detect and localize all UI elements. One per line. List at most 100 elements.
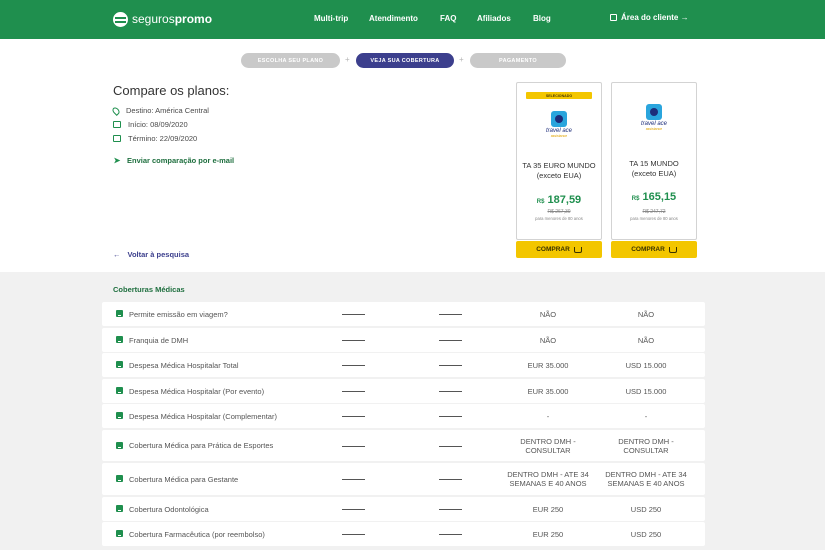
client-area-link[interactable]: Área do cliente → (610, 13, 689, 22)
plan-note: para menores de 80 anos (535, 216, 583, 221)
table-row: Despesa Médica Hospitalar (Por evento) EU… (102, 379, 705, 403)
plan-2-value: NÃO (637, 309, 655, 319)
download-icon[interactable] (116, 361, 123, 368)
table-row: Despesa Médica Hospitalar Total EUR 35.00… (102, 353, 705, 377)
table-row: Cobertura Médica para Prática de Esporte… (102, 430, 705, 461)
coverage-label: Cobertura Médica para Prática de Esporte… (129, 441, 274, 450)
end-date-row: Término: 22/09/2020 (113, 134, 197, 143)
table-row: Cobertura Farmacêutica (por reembolso) EU… (102, 522, 705, 546)
calendar-icon (113, 135, 121, 142)
plan-2-value: NÃO (637, 335, 655, 345)
plan-1-value: DENTRO DMH - ATE 34 SEMANAS E 40 ANOS (507, 470, 589, 488)
buy-button[interactable]: COMPRAR (611, 241, 697, 258)
step-view-coverage: VEJA SUA COBERTURA (356, 53, 454, 68)
coverage-label: Franquia de DMH (129, 335, 189, 345)
step-payment: PAGAMENTO (470, 53, 566, 68)
plan-2-value: DENTRO DMH - CONSULTAR (618, 436, 674, 455)
coverage-section-title: Coberturas Médicas (113, 285, 185, 294)
empty-value-dash (342, 445, 365, 447)
table-row: Cobertura Médica para Gestante DENTRO DMH… (102, 463, 705, 495)
coverage-label: Despesa Médica Hospitalar (Por evento) (129, 386, 265, 396)
logo-icon (113, 11, 128, 27)
travel-ace-logo: travel ace assistance (541, 111, 577, 138)
table-row: Franquia de DMH NÃO NÃO (102, 328, 705, 352)
empty-value-dash (342, 314, 365, 315)
step-separator-icon: + (345, 55, 350, 64)
send-icon: ➤ (113, 155, 121, 165)
nav-afiliados[interactable]: Afiliados (477, 14, 511, 23)
download-icon[interactable] (116, 530, 123, 537)
download-icon[interactable] (116, 387, 123, 394)
start-date-row: Início: 08/09/2020 (113, 120, 188, 129)
empty-value-dash (439, 416, 462, 417)
destination-text: Destino: América Central (126, 106, 209, 115)
empty-value-dash (439, 509, 462, 510)
plan-1-value: EUR 250 (532, 529, 564, 539)
arrow-left-icon: ← (113, 250, 121, 259)
plan-2-value: USD 15.000 (625, 360, 667, 370)
empty-value-dash (439, 534, 462, 535)
coverage-label: Despesa Médica Hospitalar Total (129, 360, 239, 370)
table-row: Cobertura Odontológica EUR 250 USD 250 (102, 497, 705, 521)
coverage-label: Cobertura Odontológica (129, 504, 209, 514)
empty-value-dash (439, 365, 462, 366)
plan-1-value: NÃO (539, 309, 557, 319)
plan-name: TA 35 EURO MUNDO (exceto EUA) (522, 161, 596, 180)
email-comparison-link[interactable]: ➤ Enviar comparação por e-mail (113, 156, 234, 165)
table-row: Permite emissão em viagem? NÃO NÃO (102, 302, 705, 326)
travel-ace-logo: travel ace assistance (636, 104, 672, 131)
plan-2-value: DENTRO DMH - ATE 34 SEMANAS E 40 ANOS (605, 470, 687, 488)
plan-card: travel ace assistance TA 15 MUNDO (excet… (611, 82, 697, 240)
user-icon (610, 14, 617, 21)
calendar-icon (113, 121, 121, 128)
client-area-label: Área do cliente → (621, 13, 689, 22)
coverage-label: Cobertura Farmacêutica (por reembolso) (129, 529, 265, 539)
download-icon[interactable] (116, 336, 123, 343)
travel-ace-icon (646, 104, 662, 120)
buy-button[interactable]: COMPRAR (516, 241, 602, 258)
step-separator-icon: + (459, 55, 464, 64)
logo-text: segurospromo (132, 12, 213, 26)
plan-2-value: USD 15.000 (625, 386, 667, 396)
plan-1-value: - (546, 411, 550, 421)
empty-value-dash (439, 340, 462, 341)
coverage-label: Permite emissão em viagem? (129, 309, 228, 319)
nav-faq[interactable]: FAQ (440, 14, 456, 23)
download-icon[interactable] (116, 505, 123, 512)
empty-value-dash (342, 365, 365, 366)
nav-atendimento[interactable]: Atendimento (369, 14, 418, 23)
empty-value-dash (342, 509, 365, 510)
coverage-label: Cobertura Médica para Gestante (129, 474, 239, 484)
nav-blog[interactable]: Blog (533, 14, 551, 23)
plan-price: R$ 187,59 (536, 194, 582, 206)
email-comparison-label: Enviar comparação por e-mail (127, 156, 235, 165)
empty-value-dash (439, 445, 462, 447)
download-icon[interactable] (116, 310, 123, 317)
plan-old-price: R$ 267,30 (547, 209, 571, 215)
download-icon[interactable] (116, 412, 123, 419)
coverage-label: Despesa Médica Hospitalar (Complementar) (129, 411, 277, 421)
selected-badge: SELECIONADO (526, 92, 592, 99)
plan-1-value: EUR 35.000 (527, 386, 569, 396)
cart-icon (573, 246, 582, 253)
page-title: Compare os planos: (113, 83, 230, 98)
download-icon[interactable] (116, 475, 123, 482)
plan-old-price: R$ 247,72 (642, 209, 666, 215)
plan-name: TA 15 MUNDO (exceto EUA) (629, 159, 679, 178)
start-date-text: Início: 08/09/2020 (128, 120, 188, 129)
nav-multi-trip[interactable]: Multi-trip (314, 14, 348, 23)
table-row: Despesa Médica Hospitalar (Complementar)… (102, 404, 705, 428)
empty-value-dash (342, 416, 365, 417)
empty-value-dash (439, 479, 462, 480)
plan-1-value: EUR 250 (532, 504, 564, 514)
destination-row: Destino: América Central (111, 105, 209, 116)
plan-1-value: EUR 35.000 (527, 360, 569, 370)
cart-icon (668, 246, 677, 253)
plan-note: para menores de 80 anos (630, 216, 678, 221)
end-date-text: Término: 22/09/2020 (128, 134, 198, 143)
back-to-search-link[interactable]: ← Voltar à pesquisa (113, 250, 189, 259)
download-icon[interactable] (116, 441, 123, 449)
seguros-promo-logo[interactable]: segurospromo (113, 10, 212, 28)
empty-value-dash (439, 314, 462, 315)
plan-price: R$ 165,15 (631, 191, 677, 203)
